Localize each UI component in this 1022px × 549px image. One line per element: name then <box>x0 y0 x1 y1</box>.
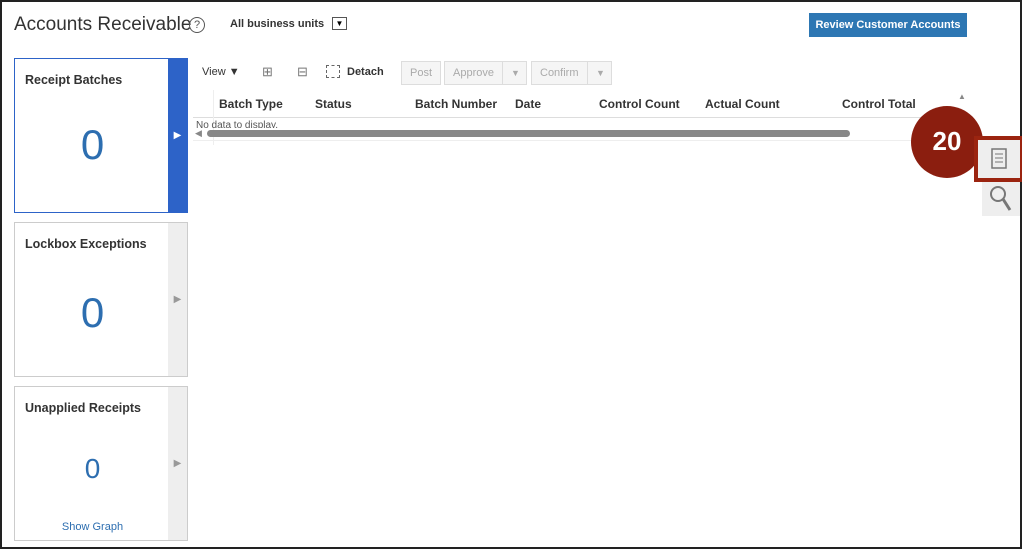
help-icon[interactable]: ? <box>189 17 205 33</box>
expand-arrow-icon[interactable]: ▶ <box>168 59 187 212</box>
column-header[interactable]: Batch Number <box>415 97 497 111</box>
tasks-panel-button[interactable] <box>974 136 1022 182</box>
scroll-up-icon[interactable]: ▲ <box>958 92 966 101</box>
page-title: Accounts Receivable <box>14 14 192 35</box>
table-header: Batch Type Status Batch Number Date Cont… <box>193 90 963 145</box>
search-icon <box>990 186 1012 211</box>
column-header[interactable]: Status <box>315 97 352 111</box>
expand-arrow-icon[interactable]: ▶ <box>168 223 187 376</box>
freeze-columns-icon[interactable]: ⊞ <box>262 64 273 80</box>
card-label: Unapplied Receipts <box>25 401 141 415</box>
detach-button[interactable]: Detach <box>347 66 384 78</box>
card-lockbox-exceptions[interactable]: Lockbox Exceptions 0 ▶ <box>14 222 188 377</box>
confirm-dropdown[interactable]: ▼ <box>587 61 612 85</box>
scroll-left-icon[interactable]: ◀ <box>195 128 202 139</box>
empty-table-message: No data to display. <box>196 120 279 128</box>
step-callout-badge: 20 <box>911 106 983 178</box>
show-graph-link[interactable]: Show Graph <box>15 521 170 533</box>
card-count: 0 <box>84 453 101 484</box>
column-header[interactable]: Batch Type <box>219 97 283 111</box>
horizontal-scrollbar[interactable] <box>207 130 850 137</box>
post-button[interactable]: Post <box>401 61 442 85</box>
confirm-button[interactable]: Confirm <box>531 61 588 85</box>
card-receipt-batches[interactable]: Receipt Batches 0 ▶ <box>14 58 188 213</box>
card-count: 0 <box>80 289 105 336</box>
expand-arrow-icon[interactable]: ▶ <box>168 387 187 540</box>
business-unit-label: All business units <box>230 18 325 30</box>
detach-icon[interactable] <box>326 65 340 78</box>
card-label: Lockbox Exceptions <box>25 237 147 251</box>
column-header[interactable]: Control Count <box>599 97 680 111</box>
review-customer-accounts-button[interactable]: Review Customer Accounts <box>809 13 967 37</box>
approve-button[interactable]: Approve <box>444 61 503 85</box>
tasks-list-icon <box>991 148 1007 169</box>
column-header[interactable]: Actual Count <box>705 97 780 111</box>
view-menu[interactable]: View ▼ <box>202 66 240 78</box>
card-unapplied-receipts[interactable]: Unapplied Receipts 0 Show Graph ▶ <box>14 386 188 541</box>
column-header[interactable]: Date <box>515 97 541 111</box>
approve-dropdown[interactable]: ▼ <box>502 61 527 85</box>
column-header[interactable]: Control Total <box>842 97 916 111</box>
card-label: Receipt Batches <box>25 73 123 87</box>
business-unit-dropdown[interactable]: ▼ <box>332 17 347 30</box>
card-count: 0 <box>80 121 105 168</box>
query-by-example-icon[interactable]: ⊟ <box>297 64 308 80</box>
divider <box>193 140 963 141</box>
search-panel-button[interactable] <box>982 182 1020 216</box>
